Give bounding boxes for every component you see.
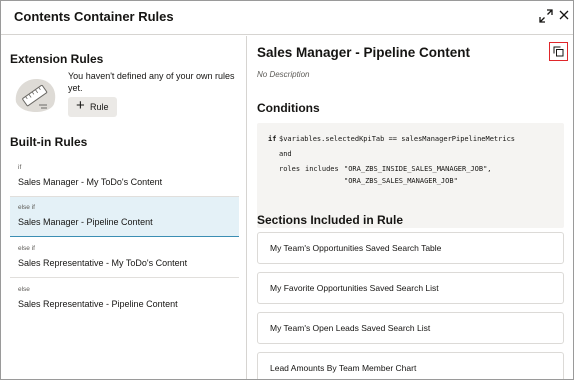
rules-illustration-icon [10, 72, 60, 116]
built-in-rule-item[interactable]: else Sales Representative - Pipeline Con… [10, 279, 239, 319]
section-card[interactable]: My Team's Opportunities Saved Search Tab… [257, 232, 564, 264]
code-role-value: "ORA_ZBS_INSIDE_SALES_MANAGER_JOB", [344, 165, 492, 173]
no-extension-rules-message: You haven't defined any of your own rule… [68, 71, 235, 93]
dialog-titlebar: Contents Container Rules [1, 1, 573, 35]
section-name: My Team's Opportunities Saved Search Tab… [270, 243, 442, 253]
rule-description: No Description [257, 70, 310, 79]
rules-list-panel: Extension Rules You haven't defined any … [1, 36, 247, 379]
close-icon[interactable] [558, 9, 572, 23]
conditions-heading: Conditions [257, 101, 320, 115]
rule-detail-title: Sales Manager - Pipeline Content [257, 45, 471, 60]
rule-condition: if [18, 164, 22, 171]
code-if-keyword: if [268, 135, 277, 143]
sections-heading: Sections Included in Rule [257, 213, 404, 227]
dialog-title: Contents Container Rules [14, 9, 174, 24]
code-role-value: "ORA_ZBS_SALES_MANAGER_JOB" [344, 177, 458, 185]
rule-name: Sales Representative - Pipeline Content [18, 299, 178, 309]
rule-condition: else if [18, 245, 35, 252]
code-and-keyword: and [279, 150, 292, 158]
rule-name: Sales Manager - Pipeline Content [18, 217, 153, 227]
duplicate-rule-button[interactable] [549, 42, 568, 61]
contents-container-rules-dialog: Contents Container Rules Extension Rules [0, 0, 574, 380]
section-card[interactable]: My Team's Open Leads Saved Search List [257, 312, 564, 344]
expand-arrows-icon[interactable] [539, 9, 553, 23]
plus-icon: + [76, 97, 85, 114]
rule-condition: else if [18, 204, 35, 211]
built-in-rule-item-selected[interactable]: else if Sales Manager - Pipeline Content [10, 197, 239, 237]
rule-name: Sales Manager - My ToDo's Content [18, 177, 163, 187]
section-name: My Team's Open Leads Saved Search List [270, 323, 431, 333]
built-in-rule-item[interactable]: if Sales Manager - My ToDo's Content [10, 157, 239, 197]
section-card[interactable]: Lead Amounts By Team Member Chart [257, 352, 564, 379]
rule-name: Sales Representative - My ToDo's Content [18, 258, 188, 268]
code-includes-operator: includes [305, 165, 339, 173]
section-card[interactable]: My Favorite Opportunities Saved Search L… [257, 272, 564, 304]
code-condition-expression: $variables.selectedKpiTab == salesManage… [279, 135, 516, 143]
rule-detail-panel: Sales Manager - Pipeline Content No Desc… [248, 36, 573, 379]
add-rule-label: Rule [90, 102, 109, 112]
section-name: Lead Amounts By Team Member Chart [270, 363, 417, 373]
copy-icon [553, 46, 564, 57]
extension-rules-heading: Extension Rules [10, 52, 104, 66]
built-in-rules-heading: Built-in Rules [10, 135, 88, 149]
section-name: My Favorite Opportunities Saved Search L… [270, 283, 439, 293]
code-roles-field: roles [279, 165, 301, 173]
add-rule-button[interactable]: + Rule [68, 97, 117, 117]
rule-condition: else [18, 286, 30, 293]
built-in-rule-item[interactable]: else if Sales Representative - My ToDo's… [10, 238, 239, 278]
